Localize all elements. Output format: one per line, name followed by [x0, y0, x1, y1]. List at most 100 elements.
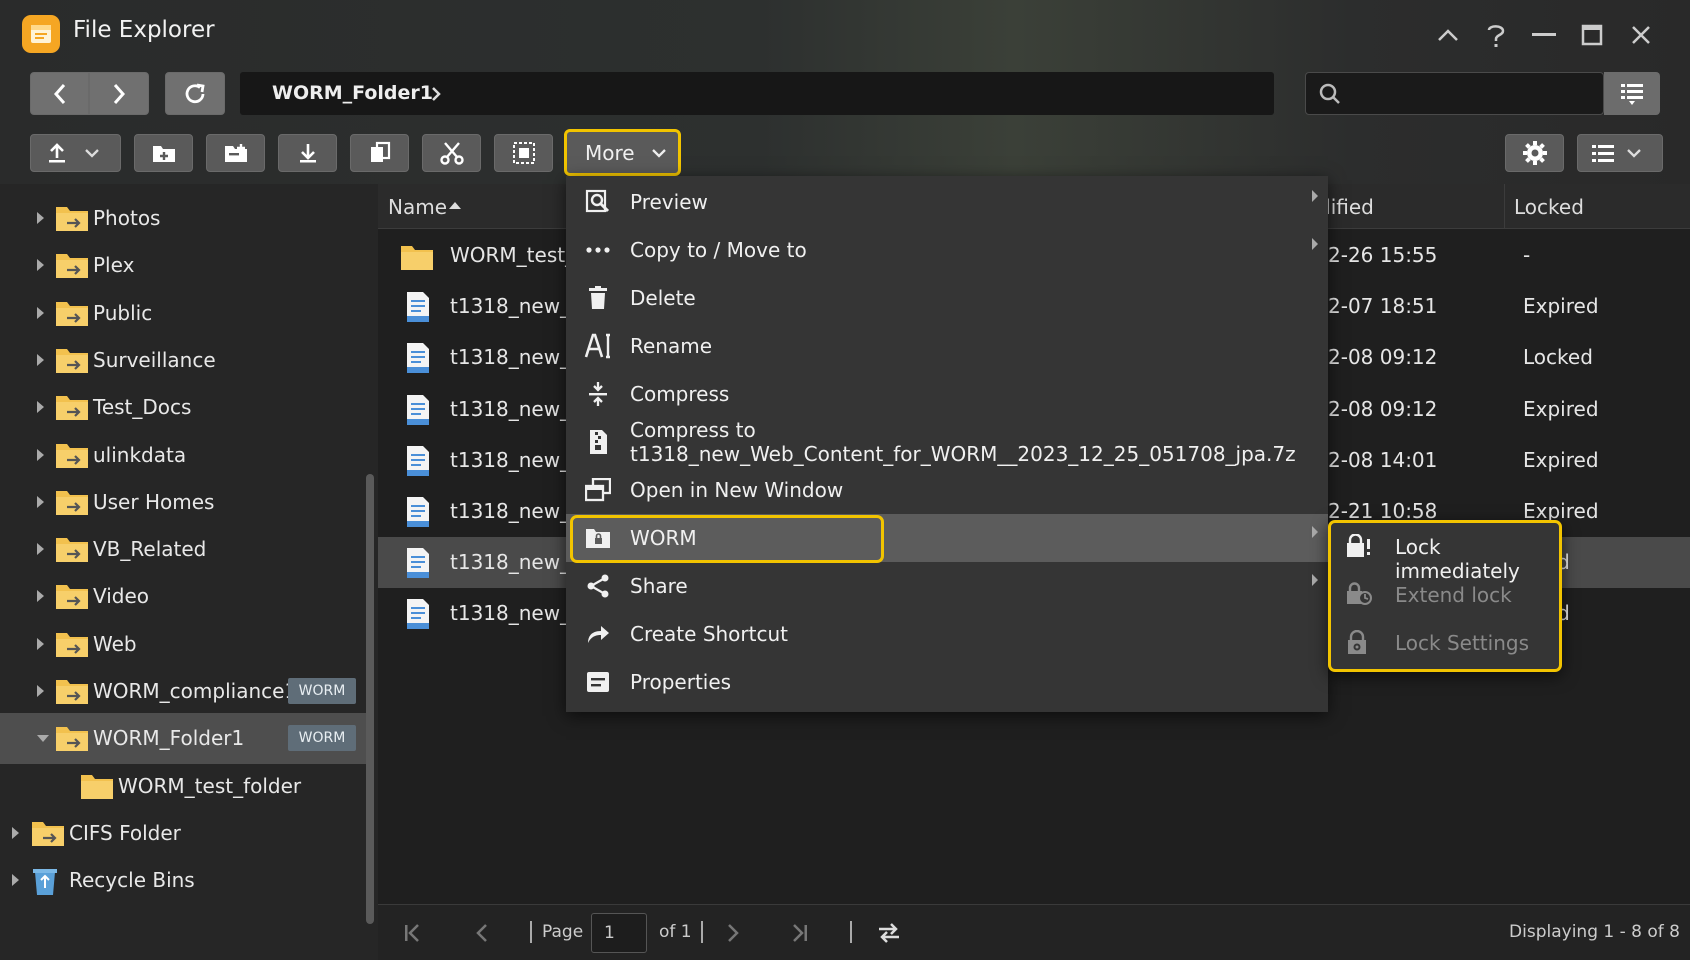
sidebar-item[interactable]: WORM_compliance1 WORM	[0, 666, 368, 717]
chevron-left-icon	[53, 83, 65, 104]
collapsed-arrow-icon[interactable]	[37, 353, 44, 366]
file-lock-status: Locked	[1523, 345, 1593, 370]
new-folder-button[interactable]	[134, 134, 193, 172]
search-input[interactable]	[1305, 72, 1604, 115]
help-button[interactable]	[1479, 18, 1513, 52]
collapsed-arrow-icon[interactable]	[37, 637, 44, 650]
collapsed-arrow-icon[interactable]	[37, 448, 44, 461]
breadcrumb-chevron-icon[interactable]	[430, 86, 442, 102]
lock-settings-icon	[1345, 630, 1373, 658]
collapsed-arrow-icon[interactable]	[12, 874, 19, 887]
sidebar-item[interactable]: Surveillance	[0, 335, 368, 386]
collapsed-arrow-icon[interactable]	[37, 495, 44, 508]
folder-icon	[31, 819, 65, 847]
lock-alert-icon	[1345, 534, 1373, 562]
download-button[interactable]	[278, 134, 337, 172]
collapsed-arrow-icon[interactable]	[37, 543, 44, 556]
worm-submenu-item[interactable]: Lock immediately	[1331, 524, 1559, 583]
search-options-button[interactable]	[1604, 72, 1660, 115]
folder-icon	[55, 724, 89, 752]
sidebar-item[interactable]: User Homes	[0, 477, 368, 528]
copy-button[interactable]	[350, 134, 409, 172]
menu-item-delete[interactable]: Delete	[566, 274, 1328, 322]
sidebar-item[interactable]: Photos	[0, 193, 368, 244]
sidebar-item[interactable]: CIFS Folder	[0, 808, 368, 859]
menu-item-compress[interactable]: Compress	[566, 370, 1328, 418]
menu-item-compress[interactable]: Compress to t1318_new_Web_Content_for_WO…	[566, 418, 1328, 466]
sidebar-item[interactable]: Video	[0, 571, 368, 622]
settings-button[interactable]	[1505, 134, 1564, 172]
column-locked[interactable]: Locked	[1514, 195, 1584, 219]
last-page-icon[interactable]	[791, 923, 809, 943]
submenu-arrow-icon	[1312, 190, 1318, 202]
sidebar-item[interactable]: Plex	[0, 240, 368, 291]
column-name[interactable]: Name	[388, 195, 447, 219]
sidebar-item[interactable]: Recycle Bins	[0, 855, 368, 906]
menu-item-copy[interactable]: Copy to / Move to	[566, 226, 1328, 274]
share-icon	[584, 572, 612, 600]
menu-item-label: Open in New Window	[630, 478, 844, 502]
minimize-button[interactable]	[1527, 18, 1561, 52]
pagination-bar: Page 1 of 1 Displaying 1 - 8 of 8	[378, 904, 1690, 960]
sidebar-scrollbar[interactable]	[366, 474, 374, 924]
sidebar-item-label: WORM_compliance1	[93, 679, 298, 703]
menu-item-create[interactable]: Create Shortcut	[566, 610, 1328, 658]
sidebar-item-label: Video	[93, 584, 150, 609]
cut-button[interactable]	[422, 134, 481, 172]
expanded-arrow-icon[interactable]	[37, 735, 49, 743]
folder-icon	[55, 299, 89, 327]
collapsed-arrow-icon[interactable]	[37, 306, 44, 319]
view-mode-button[interactable]	[1577, 134, 1663, 172]
forward-button[interactable]	[89, 72, 149, 115]
sort-ascending-icon[interactable]	[448, 201, 462, 210]
sidebar-item[interactable]: Public	[0, 288, 368, 339]
sidebar-item[interactable]: WORM_Folder1 WORM	[0, 713, 368, 765]
close-button[interactable]	[1624, 18, 1658, 52]
sidebar-item[interactable]: VB_Related	[0, 524, 368, 575]
sidebar-item[interactable]: Web	[0, 619, 368, 670]
collapsed-arrow-icon[interactable]	[37, 685, 44, 697]
menu-item-preview[interactable]: Preview	[566, 178, 1328, 226]
sidebar-item[interactable]: Test_Docs	[0, 382, 368, 433]
next-page-icon[interactable]	[726, 923, 740, 943]
first-page-icon[interactable]	[403, 923, 421, 943]
file-modified: 2-26 15:55	[1328, 243, 1438, 267]
folder-icon	[80, 772, 114, 800]
path-bar[interactable]: WORM_Folder1	[240, 72, 1274, 115]
menu-item-open[interactable]: Open in New Window	[566, 466, 1328, 514]
collapse-button[interactable]	[1431, 18, 1465, 52]
sidebar-item[interactable]: ulinkdata	[0, 430, 368, 481]
folder-icon	[55, 441, 89, 469]
breadcrumb[interactable]: WORM_Folder1	[272, 82, 433, 104]
refresh-button[interactable]	[165, 72, 225, 115]
menu-item-rename[interactable]: Rename	[566, 322, 1328, 370]
collapsed-arrow-icon[interactable]	[12, 826, 19, 839]
menu-item-label: Properties	[630, 670, 732, 694]
select-all-button[interactable]	[494, 134, 553, 172]
document-icon	[405, 342, 431, 374]
folder-icon	[55, 393, 89, 421]
back-button[interactable]	[30, 72, 89, 115]
folder-icon	[55, 251, 89, 279]
list-view-icon	[1592, 145, 1641, 162]
collapsed-arrow-icon[interactable]	[37, 401, 44, 414]
collapsed-arrow-icon[interactable]	[37, 590, 44, 603]
sidebar-item-label: Photos	[93, 206, 161, 230]
more-button[interactable]: More	[564, 129, 681, 176]
upload-button[interactable]	[30, 134, 121, 172]
sidebar-item-label: CIFS Folder	[69, 820, 181, 845]
sidebar-item-label: WORM_test_folder	[118, 773, 302, 798]
sidebar-item[interactable]: WORM_test_folder	[0, 761, 368, 812]
collapsed-arrow-icon[interactable]	[37, 259, 44, 272]
menu-item-label: Compress to t1318_new_Web_Content_for_WO…	[630, 418, 1296, 466]
refresh-page-icon[interactable]	[876, 920, 902, 946]
page-number-input[interactable]: 1	[591, 913, 647, 953]
previous-page-icon[interactable]	[475, 923, 489, 943]
trash-icon	[584, 284, 612, 312]
maximize-button[interactable]	[1575, 18, 1609, 52]
collapsed-arrow-icon[interactable]	[37, 212, 44, 224]
separator	[530, 921, 532, 943]
menu-item-share[interactable]: Share	[566, 562, 1328, 610]
new-shared-folder-button[interactable]	[206, 134, 265, 172]
menu-item-properties[interactable]: Properties	[566, 658, 1328, 706]
